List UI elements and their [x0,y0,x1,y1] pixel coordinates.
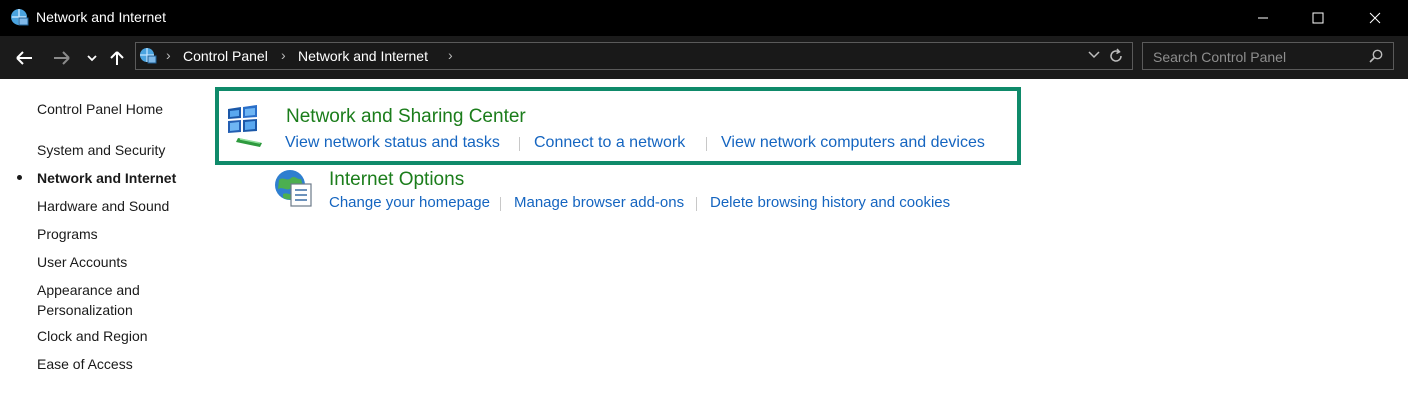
recent-locations-button[interactable] [82,46,102,70]
sidebar-item-control-panel-home[interactable]: Control Panel Home [37,99,163,119]
breadcrumb[interactable]: › Control Panel › Network and Internet › [135,42,1133,70]
sidebar-item-appearance-and-personalization[interactable]: Appearance and Personalization [37,280,140,320]
up-button[interactable] [106,46,128,70]
sidebar-item-system-and-security[interactable]: System and Security [37,140,165,160]
category-title[interactable]: Network and Sharing Center [286,106,526,128]
sidebar-item-label: Appearance and [37,282,140,298]
title-bar: Network and Internet [0,0,1408,36]
maximize-button[interactable] [1295,0,1341,36]
window-title: Network and Internet [36,9,166,25]
sidebar-item-user-accounts[interactable]: User Accounts [37,252,127,272]
minimize-icon [1258,17,1268,19]
chevron-down-icon [87,55,97,62]
forward-arrow-icon [54,51,70,65]
close-icon [1369,12,1381,24]
search-input[interactable] [1151,47,1355,67]
link-view-network-computers[interactable]: View network computers and devices [721,134,985,152]
network-location-icon [140,48,157,64]
network-app-icon [11,9,29,26]
refresh-icon[interactable] [1108,48,1124,64]
active-bullet [17,175,22,180]
link-manage-addons[interactable]: Manage browser add-ons [514,194,684,211]
search-box[interactable] [1142,42,1394,70]
chevron-down-icon[interactable] [1088,50,1100,60]
link-separator [500,197,501,211]
breadcrumb-control-panel[interactable]: Control Panel [183,48,268,64]
back-arrow-icon [16,51,32,65]
link-separator [519,137,520,151]
sidebar-item-network-and-internet: Network and Internet [37,170,177,186]
category-title[interactable]: Internet Options [329,169,464,191]
maximize-icon [1312,12,1324,24]
chevron-right-icon[interactable]: › [166,47,171,63]
chevron-right-icon[interactable]: › [448,47,453,63]
link-view-network-status[interactable]: View network status and tasks [285,134,500,152]
breadcrumb-network-and-internet[interactable]: Network and Internet [298,48,428,64]
up-arrow-icon [110,51,124,65]
sidebar-item-ease-of-access[interactable]: Ease of Access [37,354,133,374]
close-button[interactable] [1352,0,1398,36]
link-separator [706,137,707,151]
internet-options-icon[interactable] [273,168,315,210]
search-icon[interactable] [1369,49,1383,63]
minimize-button[interactable] [1240,0,1286,36]
link-separator [696,197,697,211]
sidebar-item-clock-and-region[interactable]: Clock and Region [37,326,148,346]
chevron-right-icon[interactable]: › [281,47,286,63]
back-button[interactable] [12,46,36,70]
network-sharing-icon[interactable] [224,105,266,149]
link-change-homepage[interactable]: Change your homepage [329,194,490,211]
sidebar-item-label: Personalization [37,302,133,318]
sidebar-item-hardware-and-sound[interactable]: Hardware and Sound [37,196,169,216]
link-connect-to-network[interactable]: Connect to a network [534,134,685,152]
link-delete-browsing-history[interactable]: Delete browsing history and cookies [710,194,950,211]
sidebar-item-programs[interactable]: Programs [37,224,98,244]
address-bar: › Control Panel › Network and Internet › [0,36,1408,79]
forward-button[interactable] [50,46,74,70]
